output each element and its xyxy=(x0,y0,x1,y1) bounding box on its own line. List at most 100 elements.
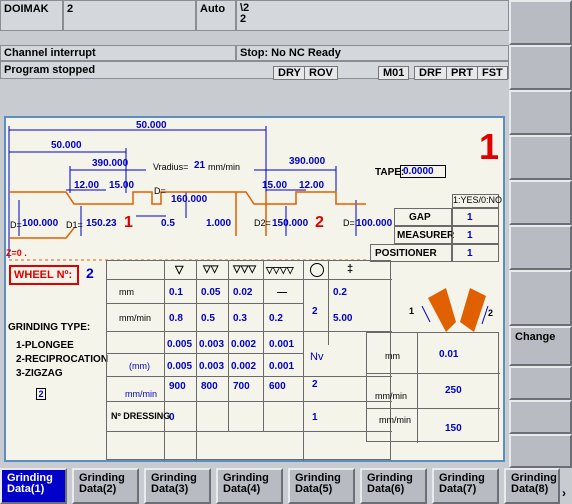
mid-center-value: 1.000 xyxy=(206,218,232,229)
softkey-grinding-data-2[interactable]: Grinding Data(2) xyxy=(72,468,139,504)
right-r2-value[interactable]: 250 xyxy=(445,385,462,396)
dim-left: 390.000 xyxy=(92,158,129,169)
softkey-right-5[interactable] xyxy=(509,180,572,225)
softkey-right-3[interactable] xyxy=(509,90,572,135)
softkey-grinding-data-5[interactable]: Grinding Data(5) xyxy=(288,468,355,504)
parameter-table: ▽ ▽▽ ▽▽▽ ▽▽▽▽ ‡ mm 0.1 0.05 0.02 — 2 0.2… xyxy=(106,260,392,461)
wheel-value[interactable]: 2 xyxy=(86,265,94,281)
channel-big-number: 1 xyxy=(479,126,500,167)
row-mmmin-v2[interactable]: 0.5 xyxy=(201,313,215,324)
grinding-type-1: 1-PLONGEE xyxy=(16,340,74,351)
softkey-grinding-data-1[interactable]: Grinding Data(1) xyxy=(0,468,67,504)
row-mm-time[interactable]: 2 xyxy=(312,306,318,317)
softkey-right-9[interactable] xyxy=(509,400,572,434)
d-value: 160.000 xyxy=(171,194,208,205)
row-mmmin-v1[interactable]: 0.8 xyxy=(169,313,183,324)
softkey-right-8[interactable] xyxy=(509,366,572,400)
flag-dry: DRY xyxy=(273,63,306,81)
row-mm-v3[interactable]: 0.02 xyxy=(233,287,252,298)
right-r1-value[interactable]: 0.01 xyxy=(439,349,458,360)
row-a-v4[interactable]: 0.001 xyxy=(269,339,294,350)
d1-value: 150.23 xyxy=(86,218,117,229)
row-mmmin-unit: mm/min xyxy=(119,313,151,323)
row-c-unit: mm/min xyxy=(125,389,157,399)
row-mm-v1[interactable]: 0.1 xyxy=(169,287,183,298)
width-right-a: 15.00 xyxy=(262,180,288,191)
softkey-right-1[interactable] xyxy=(509,0,572,45)
row-mmmin-v3[interactable]: 0.3 xyxy=(233,313,247,324)
row-b-v1[interactable]: 0.005 xyxy=(167,361,192,372)
dim-second: 50.000 xyxy=(51,140,82,151)
wheel-image-label-2: 2 xyxy=(488,308,494,318)
row-mm-v4: — xyxy=(277,287,287,298)
grinding-type-title: GRINDING TYPE: xyxy=(8,322,91,333)
softkey-grinding-data-3[interactable]: Grinding Data(3) xyxy=(144,468,211,504)
row-c-v2[interactable]: 800 xyxy=(201,381,218,392)
row-mm-last[interactable]: 0.2 xyxy=(333,287,347,298)
d-label: D= xyxy=(154,186,166,196)
softkey-right-6[interactable] xyxy=(509,225,572,270)
row-a-v3[interactable]: 0.002 xyxy=(231,339,256,350)
flag-prt: PRT xyxy=(446,63,478,81)
row-c-v3[interactable]: 700 xyxy=(233,381,250,392)
vradius-value: 21 xyxy=(194,160,206,171)
row-mmmin-v4[interactable]: 0.2 xyxy=(269,313,283,324)
row-a-v2[interactable]: 0.003 xyxy=(199,339,224,350)
wheel-image-label-1: 1 xyxy=(409,306,415,316)
program-state: Program stopped xyxy=(4,64,96,76)
row-mm-unit: mm xyxy=(119,287,134,297)
d-left-label: D= xyxy=(10,220,22,230)
softkey-right-10[interactable] xyxy=(509,434,572,468)
header-symbol-1: ▽ xyxy=(175,264,184,276)
softkey-right-blank[interactable] xyxy=(509,270,572,326)
dressing-label: Nº DRESSING xyxy=(111,411,171,421)
row-mmmin-last[interactable]: 5.00 xyxy=(333,313,352,324)
softkey-change[interactable]: Change xyxy=(509,326,572,366)
channel-state: Channel interrupt xyxy=(0,45,236,61)
softkey-grinding-data-6[interactable]: Grinding Data(6) xyxy=(360,468,427,504)
mid-left-value: 0.5 xyxy=(161,218,175,229)
row-c-v4[interactable]: 600 xyxy=(269,381,286,392)
program-path: \2 2 xyxy=(236,0,509,31)
option-measurer-label: MEASURER xyxy=(394,226,454,244)
softkey-grinding-data-8[interactable]: Grinding Data(8) xyxy=(504,468,560,504)
d2-value: 150.000 xyxy=(272,218,309,229)
nv-value[interactable]: 2 xyxy=(312,379,318,390)
flag-drf: DRF xyxy=(414,63,447,81)
option-gap-value[interactable]: 1 xyxy=(452,208,499,226)
tape-value[interactable]: 0.0000 xyxy=(400,165,446,178)
right-r2-unit: mm/min xyxy=(375,391,407,401)
dressing-last[interactable]: 1 xyxy=(312,412,318,423)
nv-label: Nv xyxy=(310,351,324,363)
flag-m01: M01 xyxy=(378,63,410,81)
program-path-line2: 2 xyxy=(240,13,247,25)
scroll-right-icon[interactable]: › xyxy=(562,486,566,500)
row-c-v1[interactable]: 900 xyxy=(169,381,186,392)
softkey-right-4[interactable] xyxy=(509,135,572,180)
softkey-grinding-data-7[interactable]: Grinding Data(7) xyxy=(432,468,499,504)
dressing-value[interactable]: 0 xyxy=(169,412,175,423)
option-measurer-value[interactable]: 1 xyxy=(452,226,499,244)
row-b-v4[interactable]: 0.001 xyxy=(269,361,294,372)
options-table: 1:YES/0:NO GAP 1 MEASURER 1 POSITIONER 1 xyxy=(370,194,502,272)
d2-label: D2= xyxy=(254,218,271,228)
row-b-v2[interactable]: 0.003 xyxy=(199,361,224,372)
softkey-right-2[interactable] xyxy=(509,45,572,90)
d-left-value: 100.000 xyxy=(22,218,59,229)
header-symbol-3: ▽▽▽ xyxy=(233,264,257,275)
softkey-grinding-data-4[interactable]: Grinding Data(4) xyxy=(216,468,283,504)
options-header: 1:YES/0:NO xyxy=(452,194,502,208)
row-mm-v2[interactable]: 0.05 xyxy=(201,287,220,298)
row-a-v1[interactable]: 0.005 xyxy=(167,339,192,350)
right-r3-value[interactable]: 150 xyxy=(445,423,462,434)
mode-label: Auto xyxy=(196,0,236,31)
option-positioner-value[interactable]: 1 xyxy=(452,244,499,262)
vradius-unit: mm/min xyxy=(208,162,240,172)
option-gap-label: GAP xyxy=(394,208,452,226)
program-path-line1: \2 xyxy=(240,2,250,14)
right-r3-unit: mm/min xyxy=(379,415,411,425)
header-symbol-2: ▽▽ xyxy=(203,264,219,275)
grinding-type-selected[interactable]: 2 xyxy=(36,388,46,400)
clock-icon xyxy=(310,263,324,277)
row-b-v3[interactable]: 0.002 xyxy=(231,361,256,372)
